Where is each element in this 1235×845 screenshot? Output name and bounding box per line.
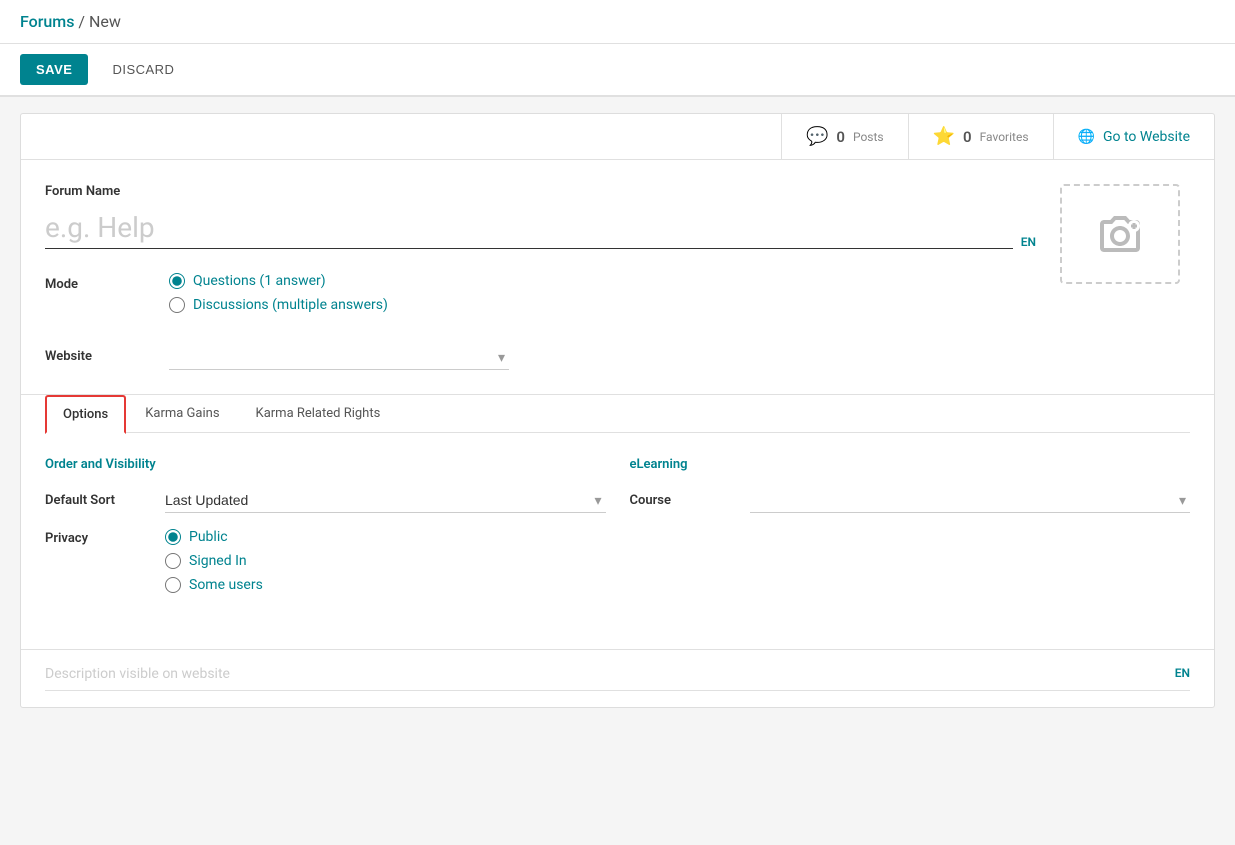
forum-name-en-label: EN [1021,235,1036,249]
tab-options[interactable]: Options [45,395,126,434]
privacy-public-label: Public [189,529,228,545]
posts-label: Posts [853,130,884,144]
top-bar: Forums / New [0,0,1235,44]
form-side [1060,184,1190,370]
forum-name-label: Forum Name [45,184,1036,199]
mode-discussions[interactable]: Discussions (multiple answers) [169,297,1036,313]
order-visibility-title: Order and Visibility [45,457,606,472]
tab-karma-gains[interactable]: Karma Gains [128,395,236,433]
website-label: Website [45,345,145,364]
tab-content-options: Order and Visibility Default Sort Last U… [45,432,1190,641]
privacy-options: Public Signed In Some users [165,529,263,601]
form-main: Forum Name EN Mode Questions (1 answer) … [45,184,1036,370]
course-label: Course [630,493,750,508]
course-row: Course ▾ [630,488,1191,513]
main-content: 💬 0 Posts ⭐ 0 Favorites 🌐 Go to Website … [20,113,1215,708]
description-en-label: EN [1175,666,1190,682]
photo-upload[interactable] [1060,184,1180,284]
posts-icon: 💬 [806,126,828,147]
forums-link[interactable]: Forums [20,12,74,31]
breadcrumb-separator: / [74,12,89,31]
mode-field: Mode Questions (1 answer) Discussions (m… [45,273,1036,321]
stats-bar: 💬 0 Posts ⭐ 0 Favorites 🌐 Go to Website [21,114,1214,160]
website-select[interactable] [169,345,509,370]
tab-karma-related-rights[interactable]: Karma Related Rights [239,395,398,433]
camera-plus-icon [1096,210,1144,258]
privacy-public[interactable]: Public [165,529,263,545]
elearning-section: eLearning Course ▾ [630,457,1191,617]
favorites-icon: ⭐ [933,126,955,147]
mode-discussions-label: Discussions (multiple answers) [193,297,388,313]
privacy-label: Privacy [45,529,165,546]
course-select[interactable] [750,488,1191,513]
privacy-row: Privacy Public Signed In [45,529,606,601]
breadcrumb-current: New [89,12,121,31]
tabs-bar: Options Karma Gains Karma Related Rights [45,395,1190,433]
default-sort-label: Default Sort [45,493,165,508]
favorites-label: Favorites [980,130,1029,144]
tabs-section: Options Karma Gains Karma Related Rights… [21,394,1214,641]
save-button[interactable]: SAVE [20,54,88,85]
privacy-signed-in[interactable]: Signed In [165,553,263,569]
default-sort-select-wrapper: Last Updated Most Voted Newest Oldest ▾ [165,488,606,513]
course-select-wrapper: ▾ [750,488,1191,513]
description-area: Description visible on website EN [21,649,1214,707]
favorites-stat: ⭐ 0 Favorites [908,114,1053,159]
forum-name-field: Forum Name EN [45,184,1036,249]
posts-count: 0 [836,128,845,146]
privacy-signed-in-label: Signed In [189,553,247,569]
form-section: Forum Name EN Mode Questions (1 answer) … [21,160,1214,394]
default-sort-select[interactable]: Last Updated Most Voted Newest Oldest [165,488,606,513]
action-bar: SAVE DISCARD [0,44,1235,97]
posts-stat: 💬 0 Posts [781,114,908,159]
go-to-website-link[interactable]: 🌐 Go to Website [1053,114,1214,159]
tab-content-grid: Order and Visibility Default Sort Last U… [45,457,1190,617]
globe-icon: 🌐 [1078,129,1095,145]
mode-questions[interactable]: Questions (1 answer) [169,273,1036,289]
website-select-wrapper: ▾ [169,345,509,370]
mode-questions-label: Questions (1 answer) [193,273,326,289]
discard-button[interactable]: DISCARD [96,54,190,85]
description-placeholder-text[interactable]: Description visible on website [45,666,230,682]
go-website-label: Go to Website [1103,129,1190,145]
default-sort-row: Default Sort Last Updated Most Voted New… [45,488,606,513]
website-field: Website ▾ [45,345,1036,370]
forum-name-input[interactable] [45,207,1013,249]
breadcrumb: Forums / New [20,12,121,31]
privacy-some-users[interactable]: Some users [165,577,263,593]
privacy-some-users-label: Some users [189,577,263,593]
description-row: Description visible on website EN [45,666,1190,691]
mode-options: Questions (1 answer) Discussions (multip… [169,273,1036,321]
mode-label: Mode [45,273,145,292]
order-visibility-section: Order and Visibility Default Sort Last U… [45,457,606,617]
favorites-count: 0 [963,128,972,146]
elearning-title: eLearning [630,457,1191,472]
